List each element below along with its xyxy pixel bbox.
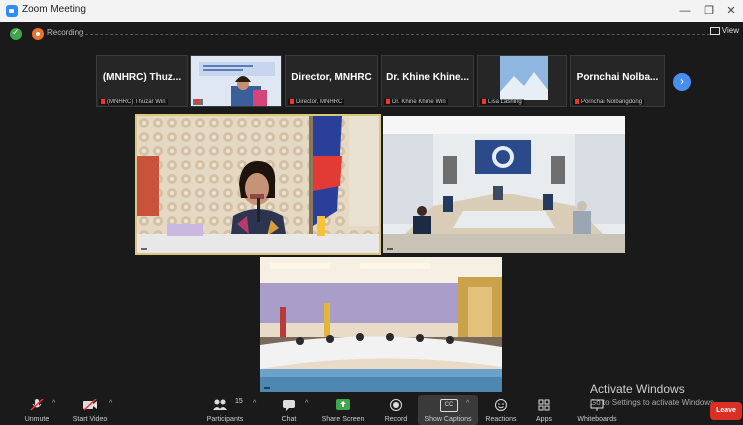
participant-thumb-3[interactable]: Director, MNHRC Director, MNHRC	[285, 55, 378, 107]
apps-button[interactable]: Apps	[530, 395, 558, 425]
share-screen-label: Share Screen	[321, 416, 365, 423]
reactions-button[interactable]: Reactions	[482, 395, 520, 425]
unmute-label: Unmute	[24, 416, 50, 423]
audio-options-caret-icon[interactable]: ^	[52, 400, 55, 407]
record-label: Record	[384, 416, 408, 423]
participant-label	[193, 98, 203, 105]
mic-muted-icon	[482, 98, 486, 104]
record-icon	[390, 399, 402, 411]
title-bar: Zoom Meeting — ❐ ✕	[0, 0, 743, 23]
maximize-button[interactable]: ❐	[699, 3, 719, 19]
participant-label: Director, MNHRC	[288, 98, 345, 105]
next-page-button[interactable]: ›	[673, 73, 691, 91]
video-off-icon	[83, 399, 97, 411]
recording-label: Recording	[47, 28, 84, 37]
participant-label: Pornchai Nolbangdong	[573, 98, 645, 105]
participant-name: (MNHRC) Thuz...	[102, 72, 182, 83]
captions-cc-icon: CC	[440, 399, 458, 412]
show-captions-label: Show Captions	[424, 416, 472, 423]
captions-caret-icon[interactable]: ^	[466, 400, 469, 407]
participant-video	[191, 56, 281, 106]
recording-icon	[32, 28, 44, 40]
activate-windows-subtext: Go to Settings to activate Windows.	[590, 398, 717, 407]
tile-label	[387, 248, 393, 250]
reactions-label: Reactions	[485, 416, 517, 423]
mic-muted-icon	[575, 98, 579, 104]
chat-button[interactable]: Chat	[272, 395, 306, 425]
participants-label: Participants	[206, 416, 244, 423]
mic-muted-icon	[290, 98, 294, 104]
participant-count: 15	[235, 398, 243, 405]
participants-caret-icon[interactable]: ^	[253, 400, 256, 407]
chevron-right-icon: ›	[680, 74, 684, 88]
speaker-video	[137, 116, 379, 253]
view-icon	[709, 26, 720, 35]
view-button[interactable]: View	[709, 26, 739, 35]
activate-windows-watermark: Activate Windows	[590, 382, 685, 396]
unmute-button[interactable]: Unmute	[20, 395, 54, 425]
video-tile-speaker[interactable]	[135, 114, 381, 255]
security-shield-icon[interactable]	[10, 27, 22, 40]
video-options-caret-icon[interactable]: ^	[109, 400, 112, 407]
leave-button[interactable]: Leave	[710, 402, 742, 420]
participant-label: Dr. Khine Khine Win	[384, 98, 448, 105]
microphone-muted-icon	[30, 399, 44, 411]
participants-button[interactable]: 15 Participants	[202, 395, 248, 425]
share-screen-icon	[336, 399, 350, 410]
mic-muted-icon	[101, 98, 105, 104]
participant-name: Pornchai Nolba...	[576, 72, 659, 83]
record-button[interactable]: Record	[380, 395, 412, 425]
mic-muted-icon	[195, 98, 199, 104]
share-screen-button[interactable]: Share Screen	[320, 395, 366, 425]
reactions-smiley-icon	[495, 399, 507, 411]
window-title: Zoom Meeting	[22, 4, 86, 15]
participant-name: Dr. Khine Khine...	[386, 72, 469, 83]
conference-room-video	[383, 116, 625, 253]
zoom-app-icon	[6, 5, 18, 17]
meeting-hall-video	[260, 257, 502, 392]
tile-label	[264, 387, 270, 389]
chat-label: Chat	[281, 416, 297, 423]
chat-caret-icon[interactable]: ^	[305, 400, 308, 407]
participant-thumb-1[interactable]: (MNHRC) Thuz... (MNHRC) Thuzar Win	[96, 55, 188, 107]
divider	[80, 34, 710, 35]
video-tile-conference-room[interactable]	[383, 116, 625, 253]
close-button[interactable]: ✕	[721, 3, 741, 19]
chat-bubble-icon	[283, 400, 295, 411]
apps-label: Apps	[536, 416, 552, 423]
participant-thumb-4[interactable]: Dr. Khine Khine... Dr. Khine Khine Win	[381, 55, 474, 107]
video-tile-meeting-hall[interactable]	[260, 257, 502, 392]
whiteboards-label: Whiteboards	[577, 416, 617, 423]
participants-icon	[213, 399, 228, 410]
participant-label: (MNHRC) Thuzar Win	[99, 98, 168, 105]
participant-thumb-6[interactable]: Pornchai Nolba... Pornchai Nolbangdong	[570, 55, 665, 107]
apps-grid-icon	[538, 399, 550, 411]
view-label: View	[721, 26, 739, 35]
minimize-button[interactable]: —	[675, 3, 695, 19]
participant-label: Lisa Lashing	[480, 98, 524, 105]
start-video-button[interactable]: Start Video	[66, 395, 114, 425]
mic-muted-icon	[386, 98, 390, 104]
tile-label	[141, 248, 147, 250]
participant-thumb-2[interactable]	[190, 55, 282, 107]
participant-name: Director, MNHRC	[291, 72, 372, 83]
start-video-label: Start Video	[72, 416, 108, 423]
participant-thumb-5[interactable]: Lisa Lashing	[477, 55, 567, 107]
meeting-stage: Recording View (MNHRC) Thuz... (MNHRC) T…	[0, 22, 743, 395]
